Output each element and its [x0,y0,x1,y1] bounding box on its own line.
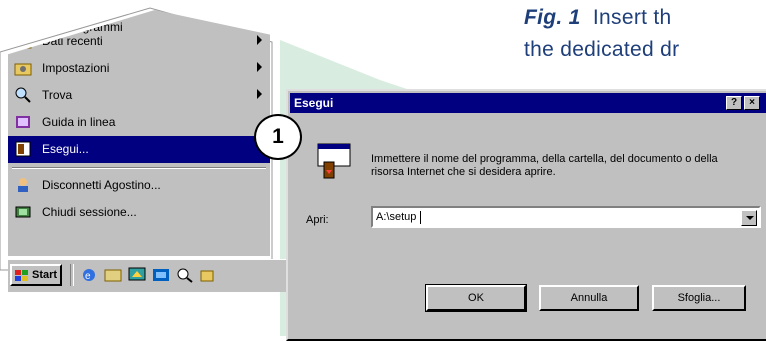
taskbar-separator [70,264,74,286]
run-dialog: Esegui ? × Immettere il nome del program… [286,89,766,341]
shutdown-icon [15,206,31,218]
folder-icon[interactable] [200,267,218,283]
outlook-express-icon[interactable] [104,267,122,283]
svg-text:e: e [85,271,91,282]
step-callout: 1 [254,114,302,160]
start-button[interactable]: Start [10,264,62,286]
menu-item-chiudi-sessione[interactable]: Chiudi sessione... [8,199,270,226]
chevron-down-icon [746,216,754,220]
open-label: Apri: [306,214,329,226]
cancel-button[interactable]: Annulla [539,285,639,311]
dialog-title: Esegui [294,96,334,110]
ok-button[interactable]: OK [425,284,527,312]
windows-flag-icon [15,270,28,281]
figure-caption: Fig. 1 Insert th the dedicated dr [524,2,679,66]
submenu-arrow-icon [257,62,262,72]
text-caret [420,211,421,224]
run-program-icon [317,143,351,179]
settings-folder-icon [14,63,32,76]
submenu-arrow-icon [257,89,262,99]
channels-icon[interactable] [152,267,170,283]
menu-item-esegui[interactable]: Esegui... [8,136,270,163]
close-button[interactable]: × [744,96,760,110]
start-menu: Programmi Dati recenti Impostazioni Trov… [8,10,270,256]
logoff-icon [18,178,28,192]
open-combo-box[interactable]: A:\setup [371,206,761,228]
desktop-icon[interactable] [128,267,146,283]
menu-item-impostazioni[interactable]: Impostazioni [8,55,270,82]
run-dialog-titlebar[interactable]: Esegui ? × [290,93,766,113]
help-book-icon [16,116,30,128]
submenu-arrow-icon [257,35,262,45]
menu-item-label: Impostazioni [42,61,110,75]
menu-item-label: Trova [42,88,73,102]
open-input-value[interactable]: A:\setup [376,211,416,223]
taskbar: Start e [8,259,286,292]
menu-item-label: Guida in linea [42,115,116,129]
menu-item-guida[interactable]: Guida in linea [8,109,270,136]
caption-line-1: Insert th [592,6,672,29]
dropdown-button[interactable] [741,210,757,226]
dialog-message: Immettere il nome del programma, della c… [371,153,718,178]
menu-separator [12,167,266,169]
caption-line-2: the dedicated dr [524,38,680,61]
figure-label: Fig. 1 [524,6,581,29]
start-button-label: Start [32,269,58,281]
help-button[interactable]: ? [726,96,742,110]
search-icon[interactable] [176,267,194,283]
browse-button[interactable]: Sfoglia... [652,285,746,311]
menu-item-trova[interactable]: Trova [8,82,270,109]
menu-item-label: Disconnetti Agostino... [42,178,161,192]
menu-item-disconnetti[interactable]: Disconnetti Agostino... [8,172,270,199]
run-icon [15,141,31,157]
internet-explorer-icon[interactable]: e [80,267,98,283]
menu-item-label: Chiudi sessione... [42,205,137,219]
find-icon [15,87,31,103]
menu-item-label: Esegui... [42,142,89,156]
